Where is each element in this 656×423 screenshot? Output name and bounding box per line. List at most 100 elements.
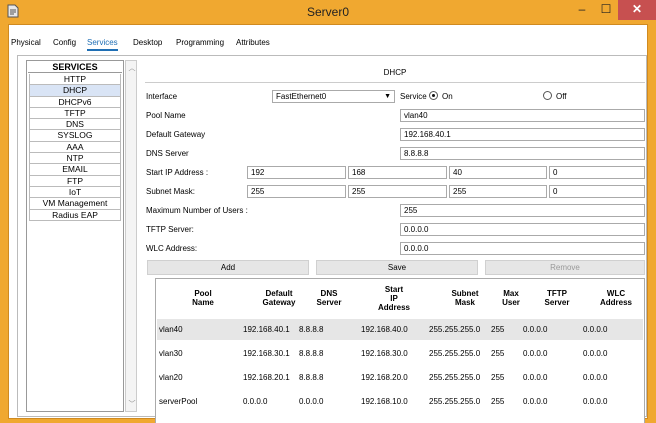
column-header-line: DNS — [320, 289, 338, 298]
column-header-line: Pool — [194, 289, 212, 298]
tftp-input[interactable]: 0.0.0.0 — [400, 223, 645, 236]
column-header-line: Default — [265, 289, 293, 298]
table-cell: 0.0.0.0 — [299, 397, 324, 406]
save-button[interactable]: Save — [316, 260, 478, 275]
table-cell: vlan40 — [159, 325, 183, 334]
subnet-octet-3[interactable]: 255 — [449, 185, 547, 198]
column-header: Subnet Mask — [434, 289, 496, 307]
column-header: Max User — [496, 289, 526, 307]
table-row[interactable]: serverPool 0.0.0.0 0.0.0.0 192.168.10.0 255.… — [157, 391, 643, 412]
service-item-aaa[interactable]: AAA — [29, 141, 121, 154]
window-title: Server0 — [306, 5, 350, 19]
dns-input[interactable]: 8.8.8.8 — [400, 147, 645, 160]
title-divider — [145, 82, 645, 83]
scroll-down-icon[interactable]: ﹀ — [128, 399, 136, 409]
table-cell: 255 — [491, 325, 505, 334]
minimize-button[interactable]: – — [570, 0, 594, 20]
table-row[interactable]: vlan30 192.168.30.1 8.8.8.8 192.168.30.0 255… — [157, 343, 643, 364]
table-row[interactable]: vlan20 192.168.20.1 8.8.8.8 192.168.20.0 255… — [157, 367, 643, 388]
service-item-radius-eap[interactable]: Radius EAP — [29, 209, 121, 221]
service-label: Service — [400, 92, 427, 101]
service-item-dhcp[interactable]: DHCP — [29, 85, 121, 97]
column-header-line: Max — [503, 289, 519, 298]
service-item-vm-management[interactable]: VM Management — [29, 198, 121, 210]
table-cell: 192.168.10.0 — [361, 397, 408, 406]
interface-select[interactable]: FastEthernet0 ▼ — [272, 90, 395, 103]
start-ip-label: Start IP Address : — [146, 168, 209, 177]
table-cell: 192.168.30.0 — [361, 349, 408, 358]
table-cell: 192.168.40.0 — [361, 325, 408, 334]
gateway-input[interactable]: 192.168.40.1 — [400, 128, 645, 141]
start-ip-octet-1[interactable]: 192 — [247, 166, 346, 179]
column-header-line: Mask — [454, 298, 475, 307]
column-header-line: WLC — [606, 289, 626, 298]
service-item-ntp[interactable]: NTP — [29, 153, 121, 165]
service-item-http[interactable]: HTTP — [29, 74, 121, 86]
subnet-octet-4[interactable]: 0 — [549, 185, 645, 198]
tab-services[interactable]: Services — [87, 38, 118, 51]
service-item-syslog[interactable]: SYSLOG — [29, 130, 121, 142]
table-cell: 192.168.20.0 — [361, 373, 408, 382]
subnet-octet-2[interactable]: 255 — [348, 185, 447, 198]
table-row[interactable]: vlan40 192.168.40.1 8.8.8.8 192.168.40.0 255… — [157, 319, 643, 340]
subnet-octet-1[interactable]: 255 — [247, 185, 346, 198]
column-header: DNS Server — [304, 289, 354, 307]
column-header-line: Gateway — [262, 298, 296, 307]
table-cell: 0.0.0.0 — [583, 349, 608, 358]
window-frame: Physical Config Services Desktop Program… — [8, 24, 648, 423]
service-off-label: Off — [556, 92, 567, 101]
table-cell: 255.255.255.0 — [429, 397, 481, 406]
table-cell: 255.255.255.0 — [429, 325, 481, 334]
column-header-line: User — [502, 298, 520, 307]
column-header-line: TFTP — [547, 289, 567, 298]
table-cell: 255.255.255.0 — [429, 349, 481, 358]
services-header: SERVICES — [28, 62, 122, 73]
dns-label: DNS Server — [146, 149, 189, 158]
table-cell: 0.0.0.0 — [583, 373, 608, 382]
column-header: Start IP Address — [366, 285, 422, 312]
tab-desktop[interactable]: Desktop — [133, 38, 162, 47]
service-item-tftp[interactable]: TFTP — [29, 107, 121, 120]
start-ip-octet-2[interactable]: 168 — [348, 166, 447, 179]
dhcp-pools-table: Pool Name Default Gateway DNS Server Start IP Ad… — [155, 278, 645, 423]
table-cell: 192.168.20.1 — [243, 373, 290, 382]
column-header-line: Address — [599, 298, 632, 307]
close-button[interactable]: ✕ — [618, 0, 656, 20]
table-cell: 192.168.40.1 — [243, 325, 290, 334]
table-cell: 255.255.255.0 — [429, 373, 481, 382]
tab-bar: Physical Config Services Desktop Program… — [9, 25, 647, 51]
service-item-email[interactable]: EMAIL — [29, 164, 121, 176]
remove-button[interactable]: Remove — [485, 260, 645, 275]
column-header: Pool Name — [168, 289, 238, 307]
max-users-input[interactable]: 255 — [400, 204, 645, 217]
service-item-dns[interactable]: DNS — [29, 119, 121, 131]
service-off-radio[interactable] — [543, 91, 552, 100]
start-ip-octet-4[interactable]: 0 — [549, 166, 645, 179]
tab-physical[interactable]: Physical — [11, 38, 41, 47]
start-ip-octet-3[interactable]: 40 — [449, 166, 547, 179]
scroll-up-icon[interactable]: ︿ — [128, 63, 136, 73]
tab-config[interactable]: Config — [53, 38, 76, 47]
tab-attributes[interactable]: Attributes — [236, 38, 270, 47]
add-button[interactable]: Add — [147, 260, 309, 275]
services-scrollbar[interactable]: ︿ ﹀ — [125, 60, 137, 412]
pool-name-input[interactable]: vlan40 — [400, 109, 645, 122]
table-cell: 0.0.0.0 — [523, 373, 548, 382]
wlc-input[interactable]: 0.0.0.0 — [400, 242, 645, 255]
column-header-line: Server — [316, 298, 342, 307]
service-item-ftp[interactable]: FTP — [29, 175, 121, 187]
column-header: TFTP Server — [528, 289, 586, 307]
service-item-iot[interactable]: IoT — [29, 186, 121, 199]
service-on-radio[interactable] — [429, 91, 438, 100]
column-header-line: Server — [544, 298, 570, 307]
service-item-dhcpv6[interactable]: DHCPv6 — [29, 96, 121, 108]
dropdown-arrow-icon: ▼ — [384, 93, 391, 100]
maximize-button[interactable]: ☐ — [594, 0, 618, 20]
tab-programming[interactable]: Programming — [176, 38, 224, 47]
table-cell: vlan20 — [159, 373, 183, 382]
table-cell: 8.8.8.8 — [299, 325, 324, 334]
table-cell: 0.0.0.0 — [583, 397, 608, 406]
table-cell: 8.8.8.8 — [299, 373, 324, 382]
table-cell: 192.168.30.1 — [243, 349, 290, 358]
pool-name-label: Pool Name — [146, 111, 186, 120]
